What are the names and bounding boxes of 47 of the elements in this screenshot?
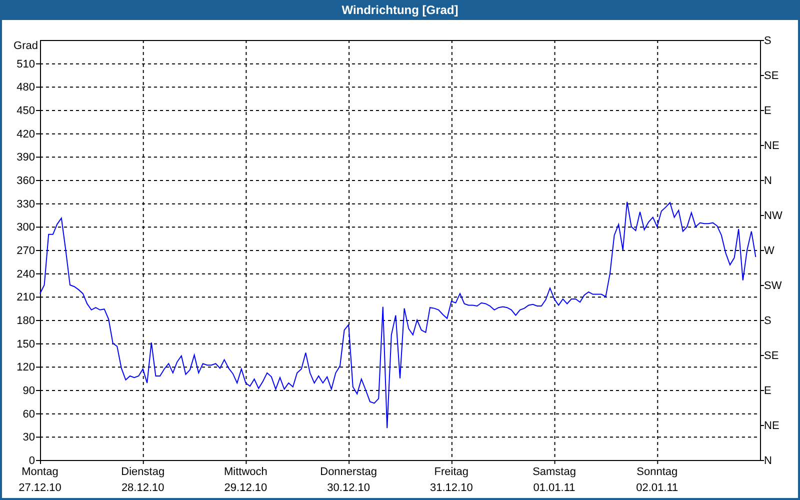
weekday-label: Donnerstag xyxy=(320,466,377,478)
y-tick-label: 450 xyxy=(16,105,35,117)
window-title: Windrichtung [Grad] xyxy=(342,4,458,16)
compass-label: NE xyxy=(764,420,780,432)
y-axis-title: Grad xyxy=(14,40,38,52)
y-tick-label: 120 xyxy=(16,362,35,374)
y-tick-label: 510 xyxy=(16,58,35,70)
date-label: 02.01.11 xyxy=(636,482,678,494)
compass-label: E xyxy=(764,105,772,117)
weekday-label: Freitag xyxy=(434,466,469,478)
compass-label: N xyxy=(764,175,772,187)
compass-label: SE xyxy=(764,70,779,82)
y-tick-label: 180 xyxy=(16,315,35,327)
compass-label: N xyxy=(764,455,772,467)
compass-label: SW xyxy=(764,280,782,292)
date-label: 27.12.10 xyxy=(18,482,62,494)
compass-label: S xyxy=(764,35,772,47)
weekday-label: Samstag xyxy=(532,466,576,478)
compass-label: NE xyxy=(764,140,780,152)
weekday-label: Dienstag xyxy=(121,466,165,478)
y-tick-label: 210 xyxy=(16,292,35,304)
compass-label: W xyxy=(764,245,774,257)
compass-label: S xyxy=(764,315,772,327)
y-tick-label: 90 xyxy=(22,385,35,397)
weekday-label: Mittwoch xyxy=(224,466,268,478)
date-label: 31.12.10 xyxy=(430,482,473,494)
date-label: 28.12.10 xyxy=(121,482,164,494)
y-tick-label: 420 xyxy=(16,128,35,140)
y-tick-label: 480 xyxy=(16,82,35,94)
y-tick-label: 300 xyxy=(16,222,35,234)
y-tick-label: 0 xyxy=(28,455,35,467)
weekday-label: Sonntag xyxy=(636,466,678,478)
y-tick-label: 390 xyxy=(16,152,35,164)
compass-label: NW xyxy=(764,210,782,222)
date-label: 30.12.10 xyxy=(327,482,370,494)
y-tick-label: 60 xyxy=(22,408,35,420)
y-tick-label: 330 xyxy=(16,198,35,210)
date-label: 01.01.11 xyxy=(533,482,576,494)
weekday-label: Montag xyxy=(22,466,58,478)
compass-label: E xyxy=(764,385,772,397)
compass-label: SE xyxy=(764,350,779,362)
y-tick-label: 360 xyxy=(16,175,35,187)
date-label: 29.12.10 xyxy=(224,482,268,494)
y-tick-label: 150 xyxy=(16,338,35,350)
y-tick-label: 270 xyxy=(16,245,35,257)
y-tick-label: 240 xyxy=(16,268,35,280)
y-tick-label: 30 xyxy=(22,432,35,444)
